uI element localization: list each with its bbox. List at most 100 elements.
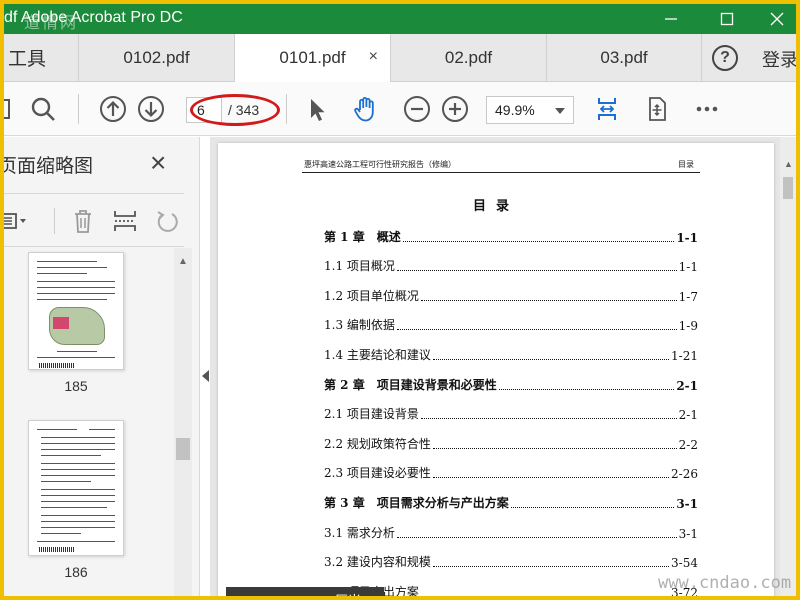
toc-entry[interactable]: 3.1 需求分析 3-1: [324, 524, 698, 541]
select-tool-button[interactable]: [300, 92, 334, 126]
page-size-tooltip: 20.999 x 29.698 厘米: [226, 587, 384, 596]
toc-entry-page: 1-1: [676, 231, 698, 245]
toc-entry[interactable]: 1.2 项目单位概况 1-7: [324, 287, 698, 304]
arrow-up-circle-icon: [100, 96, 126, 122]
toc-entry[interactable]: 2.1 项目建设背景 2-1: [324, 405, 698, 422]
tab-03-pdf[interactable]: 03.pdf: [546, 34, 702, 81]
document-viewer: 惠坪高速公路工程可行性研究报告（修编） 目录 目录 第 1 章 概述 1-1 1.1…: [210, 137, 796, 596]
toc-leader-dots: [432, 566, 670, 567]
login-link[interactable]: 登录: [762, 46, 796, 72]
thumb-line: [41, 489, 115, 490]
toc-entry-label: 2.2 规划政策符合性: [324, 437, 431, 451]
thumb-line: [37, 541, 115, 542]
tab-tools[interactable]: 工具: [4, 34, 78, 81]
site-watermark: www.cndao.com: [658, 573, 792, 593]
arrow-down-circle-icon: [138, 96, 164, 122]
tab-0101-pdf[interactable]: 0101.pdf ×: [234, 34, 390, 82]
fit-width-button[interactable]: [590, 92, 624, 126]
thumbnail-page-186[interactable]: [28, 420, 124, 556]
toc-entry-label: 1.2 项目单位概况: [324, 289, 419, 303]
thumbnail-scrollbar[interactable]: ▲: [174, 248, 192, 596]
thumb-line: [41, 469, 115, 470]
toc-entry[interactable]: 第 1 章 概述 1-1: [324, 228, 698, 245]
toc-leader-dots: [498, 389, 675, 390]
more-icon: [696, 106, 718, 112]
toc-leader-dots: [396, 329, 677, 330]
panel-toolbar: [4, 193, 184, 247]
zoom-in-button[interactable]: [438, 92, 472, 126]
toc-entry-page: 2-1: [678, 408, 698, 422]
toc-entry[interactable]: 第 2 章 项目建设背景和必要性 2-1: [324, 376, 698, 393]
toc-entry-page: 2-26: [671, 467, 698, 481]
toc-title: 目录: [472, 199, 519, 214]
toolbar: / 343 49.9%: [4, 82, 796, 136]
save-icon: [4, 99, 10, 119]
toc-entry[interactable]: 1.1 项目概况 1-1: [324, 257, 698, 274]
zoom-in-icon: [442, 96, 468, 122]
toc-leader-dots: [396, 270, 677, 271]
thumb-line: [41, 481, 91, 482]
toc-entry-page: 3-54: [671, 556, 698, 570]
toc-entry[interactable]: 1.3 编制依据 1-9: [324, 316, 698, 333]
minimize-button[interactable]: [648, 4, 694, 34]
toc-entry-page: 2-1: [676, 379, 698, 393]
thumbnail-page-185[interactable]: [28, 252, 124, 370]
thumbnail-list: 185 186: [4, 248, 174, 596]
panel-title: 页面缩略图: [4, 156, 94, 177]
hand-tool-button[interactable]: [348, 92, 382, 126]
toc-entry[interactable]: 第 3 章 项目需求分析与产出方案 3-1: [324, 494, 698, 511]
maximize-button[interactable]: [704, 4, 750, 34]
thumb-line: [37, 429, 77, 430]
toc-entry-label: 1.3 编制依据: [324, 318, 395, 332]
thumb-line: [37, 293, 115, 294]
fit-page-icon: [598, 98, 616, 120]
tab-label: 0102.pdf: [123, 47, 190, 67]
options-menu-icon[interactable]: [4, 206, 28, 236]
scrollbar-thumb[interactable]: [176, 438, 190, 460]
tab-02-pdf[interactable]: 02.pdf: [390, 34, 546, 81]
toc-entry[interactable]: 3.2 建设内容和规模 3-54: [324, 553, 698, 570]
thumbnail-page-number: 186: [64, 564, 88, 580]
chevron-up-icon[interactable]: ▲: [784, 159, 793, 169]
thumb-line: [41, 463, 115, 464]
toc-entry-label: 1.1 项目概况: [324, 259, 395, 273]
search-button[interactable]: [26, 92, 60, 126]
toc-entry[interactable]: 2.3 项目建设必要性 2-26: [324, 464, 698, 481]
next-page-button[interactable]: [134, 92, 168, 126]
collapse-panel-icon[interactable]: [202, 370, 209, 382]
close-window-button[interactable]: [754, 4, 796, 34]
more-tools-button[interactable]: [690, 92, 724, 126]
tab-close-icon[interactable]: ×: [369, 48, 378, 66]
toc-leader-dots: [432, 448, 677, 449]
thumb-line: [41, 443, 115, 444]
toolbar-divider: [286, 94, 287, 124]
zoom-level-select[interactable]: 49.9%: [486, 96, 574, 124]
panel-close-icon[interactable]: ×: [150, 149, 166, 177]
toc-entry[interactable]: 2.2 规划政策符合性 2-2: [324, 435, 698, 452]
tab-label: 03.pdf: [600, 47, 648, 67]
thumb-line: [41, 533, 81, 534]
thumb-line: [37, 273, 87, 274]
thumb-line: [37, 267, 107, 268]
thumb-line: [37, 357, 115, 358]
chevron-up-icon[interactable]: ▲: [178, 256, 188, 267]
previous-page-button[interactable]: [96, 92, 130, 126]
save-button[interactable]: [4, 92, 18, 126]
tab-label: 0101.pdf: [279, 48, 346, 67]
help-icon[interactable]: ?: [712, 45, 738, 71]
rotate-view-button[interactable]: [640, 92, 674, 126]
zoom-out-button[interactable]: [400, 92, 434, 126]
toc-entry-label: 第 3 章 项目需求分析与产出方案: [324, 496, 509, 510]
trash-icon[interactable]: [68, 206, 98, 236]
pdf-page: 惠坪高速公路工程可行性研究报告（修编） 目录 目录 第 1 章 概述 1-1 1.1…: [218, 143, 774, 596]
rotate-icon[interactable]: [152, 206, 182, 236]
document-scrollbar[interactable]: ▲: [780, 137, 796, 596]
tab-bar: 工具 0102.pdf 0101.pdf × 02.pdf 03.pdf ? 登…: [4, 34, 796, 82]
toc-entry-page: 3-1: [678, 527, 698, 541]
thumb-line: [41, 521, 115, 522]
insert-page-icon[interactable]: [110, 206, 140, 236]
toc-entry-label: 3.1 需求分析: [324, 526, 395, 540]
toc-entry[interactable]: 1.4 主要结论和建议 1-21: [324, 346, 698, 363]
scrollbar-thumb[interactable]: [783, 177, 793, 199]
tab-0102-pdf[interactable]: 0102.pdf: [78, 34, 234, 81]
